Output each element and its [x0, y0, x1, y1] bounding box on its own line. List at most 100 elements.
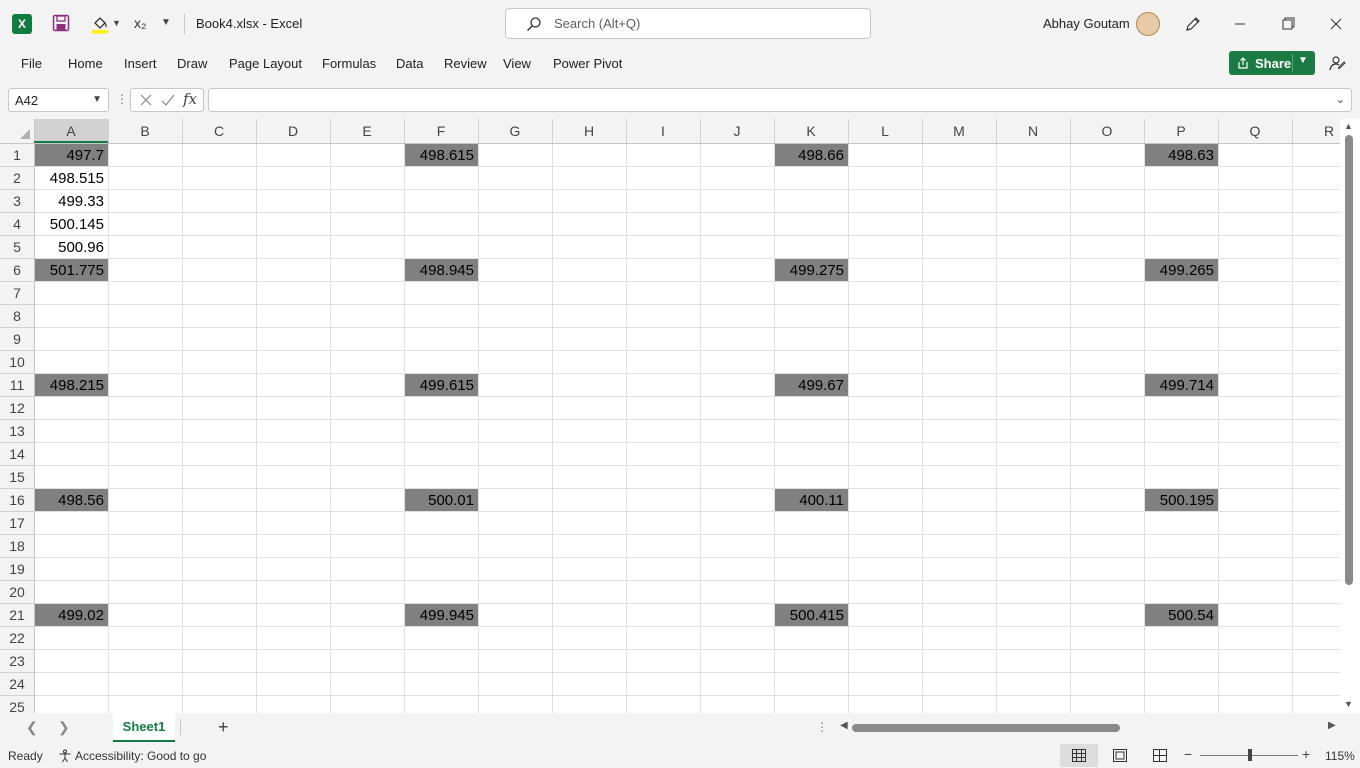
- cell-a11[interactable]: 498.215: [50, 377, 104, 394]
- cell-p1[interactable]: 498.63: [1168, 147, 1214, 164]
- column-header-e[interactable]: E: [362, 123, 371, 139]
- row-header-6[interactable]: 6: [13, 262, 21, 278]
- cell-a16[interactable]: 498.56: [58, 492, 104, 509]
- name-box[interactable]: A42 ▼: [8, 88, 109, 112]
- zoom-in-button[interactable]: +: [1302, 746, 1310, 762]
- avatar[interactable]: [1136, 12, 1160, 36]
- share-button[interactable]: Share ▼: [1229, 51, 1315, 75]
- tab-home[interactable]: Home: [68, 56, 103, 71]
- user-name[interactable]: Abhay Goutam: [1043, 16, 1130, 31]
- row-header-25[interactable]: 25: [9, 699, 25, 713]
- cell-f6[interactable]: 498.945: [420, 262, 474, 279]
- column-header-b[interactable]: B: [140, 123, 149, 139]
- close-button[interactable]: [1318, 12, 1354, 36]
- vertical-scroll-thumb[interactable]: [1345, 135, 1353, 585]
- tab-power-pivot[interactable]: Power Pivot: [553, 56, 622, 71]
- row-header-10[interactable]: 10: [9, 354, 25, 370]
- tab-draw[interactable]: Draw: [177, 56, 207, 71]
- normal-view-button[interactable]: [1060, 744, 1098, 767]
- row-header-19[interactable]: 19: [9, 561, 25, 577]
- row-header-11[interactable]: 11: [10, 377, 25, 393]
- tab-data[interactable]: Data: [396, 56, 423, 71]
- row-header-12[interactable]: 12: [9, 400, 25, 416]
- sheet-tab-sheet1[interactable]: Sheet1: [113, 713, 175, 742]
- row-header-16[interactable]: 16: [9, 492, 25, 508]
- comments-icon[interactable]: [1328, 54, 1346, 72]
- scroll-left-icon[interactable]: ◀: [840, 720, 848, 731]
- column-header-c[interactable]: C: [214, 123, 224, 139]
- quick-access-dropdown-icon[interactable]: ▼: [161, 17, 171, 28]
- horizontal-scroll-thumb[interactable]: [852, 724, 1120, 732]
- row-header-24[interactable]: 24: [9, 676, 25, 692]
- scroll-up-icon[interactable]: ▲: [1344, 121, 1353, 131]
- row-header-7[interactable]: 7: [13, 285, 21, 301]
- column-header-m[interactable]: M: [953, 123, 965, 139]
- formula-input[interactable]: ⌄: [208, 88, 1352, 112]
- row-header-14[interactable]: 14: [9, 446, 25, 462]
- column-header-f[interactable]: F: [437, 123, 446, 139]
- search-box[interactable]: Search (Alt+Q): [505, 8, 871, 39]
- cell-k6[interactable]: 499.275: [790, 262, 844, 279]
- column-header-l[interactable]: L: [881, 123, 889, 139]
- cell-a5[interactable]: 500.96: [58, 239, 104, 256]
- tab-page-layout[interactable]: Page Layout: [229, 56, 302, 71]
- cell-p11[interactable]: 499.714: [1160, 377, 1214, 394]
- cell-a1[interactable]: 497.7: [66, 147, 104, 164]
- cell-a4[interactable]: 500.145: [50, 216, 104, 233]
- tab-file[interactable]: File: [21, 56, 42, 71]
- row-header-2[interactable]: 2: [13, 170, 21, 186]
- scroll-right-icon[interactable]: ▶: [1328, 720, 1336, 731]
- fill-color-icon[interactable]: [90, 14, 110, 34]
- fill-color-dropdown-icon[interactable]: ▼: [112, 18, 121, 28]
- page-break-view-icon[interactable]: [1153, 749, 1167, 762]
- accessibility-icon[interactable]: [58, 749, 72, 763]
- row-header-4[interactable]: 4: [13, 216, 21, 232]
- column-header-a[interactable]: A: [66, 123, 76, 139]
- row-header-23[interactable]: 23: [9, 653, 25, 669]
- expand-formula-bar-icon[interactable]: ⌄: [1336, 93, 1345, 106]
- pen-icon[interactable]: [1184, 15, 1202, 33]
- row-header-9[interactable]: 9: [13, 331, 21, 347]
- insert-function-button[interactable]: fx: [183, 90, 197, 108]
- cell-p16[interactable]: 500.195: [1160, 492, 1214, 509]
- cell-p21[interactable]: 500.54: [1168, 607, 1214, 624]
- cell-k11[interactable]: 499.67: [798, 377, 844, 394]
- row-header-21[interactable]: 21: [9, 607, 25, 623]
- row-header-3[interactable]: 3: [13, 193, 21, 209]
- zoom-level[interactable]: 115%: [1325, 749, 1355, 763]
- column-header-g[interactable]: G: [510, 123, 521, 139]
- column-header-k[interactable]: K: [806, 123, 816, 139]
- formula-bar-grip-icon[interactable]: ⋮: [116, 92, 128, 106]
- next-sheet-icon[interactable]: ❯: [58, 719, 70, 736]
- tab-splitter-grip-icon[interactable]: ⋮: [816, 720, 828, 734]
- row-header-15[interactable]: 15: [9, 469, 25, 485]
- tab-view[interactable]: View: [503, 56, 531, 71]
- scroll-down-icon[interactable]: ▼: [1344, 699, 1353, 709]
- cell-a2[interactable]: 498.515: [50, 170, 104, 187]
- page-layout-view-icon[interactable]: [1113, 749, 1127, 762]
- column-header-q[interactable]: Q: [1250, 123, 1261, 139]
- cell-grid[interactable]: A B C D E F G H I J K L M N O P Q R1234567891011121314151…: [0, 119, 1340, 713]
- row-header-20[interactable]: 20: [9, 584, 25, 600]
- zoom-slider-thumb[interactable]: [1248, 749, 1252, 761]
- cell-k21[interactable]: 500.415: [790, 607, 844, 624]
- column-header-o[interactable]: O: [1102, 123, 1113, 139]
- horizontal-scrollbar[interactable]: ◀ ▶: [838, 720, 1338, 736]
- add-sheet-button[interactable]: +: [218, 717, 229, 738]
- column-header-j[interactable]: J: [734, 123, 741, 139]
- previous-sheet-icon[interactable]: ❮: [26, 719, 38, 736]
- row-header-1[interactable]: 1: [13, 147, 21, 163]
- tab-review[interactable]: Review: [444, 56, 487, 71]
- column-header-d[interactable]: D: [288, 123, 298, 139]
- cell-a3[interactable]: 499.33: [58, 193, 104, 210]
- column-header-i[interactable]: I: [661, 123, 665, 139]
- row-header-13[interactable]: 13: [9, 423, 25, 439]
- cell-k1[interactable]: 498.66: [798, 147, 844, 164]
- cell-f21[interactable]: 499.945: [420, 607, 474, 624]
- cancel-icon[interactable]: [139, 93, 153, 107]
- row-header-8[interactable]: 8: [13, 308, 21, 324]
- row-header-22[interactable]: 22: [9, 630, 25, 646]
- cell-f1[interactable]: 498.615: [420, 147, 474, 164]
- cell-p6[interactable]: 499.265: [1160, 262, 1214, 279]
- subscript-button[interactable]: x₂: [134, 15, 146, 31]
